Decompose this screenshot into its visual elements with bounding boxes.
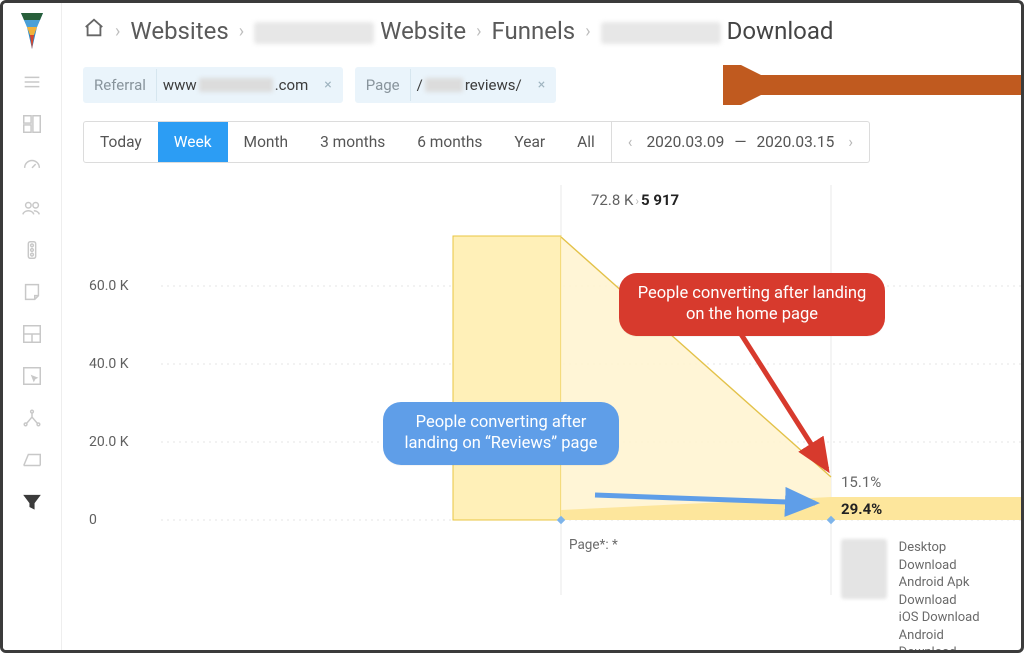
next-range-icon[interactable]: ›	[844, 133, 857, 151]
filter-bar: Referral www.com × Page /reviews/ ×	[83, 67, 999, 103]
download-item: Android Download	[899, 627, 999, 653]
y-tick-40k: 40.0 K	[89, 356, 129, 372]
menu-icon[interactable]	[12, 67, 52, 97]
filter-key: Referral	[84, 69, 156, 101]
funnel-chart-icon[interactable]	[12, 445, 52, 475]
download-item: Android Apk Download	[899, 574, 999, 609]
path-icon[interactable]	[12, 403, 52, 433]
annotation-arrow-orange-icon	[723, 65, 1023, 109]
chevron-right-icon: ›	[585, 21, 590, 42]
date-dash: —	[734, 133, 746, 151]
close-icon[interactable]: ×	[318, 77, 341, 93]
layout-icon[interactable]	[12, 319, 52, 349]
close-icon[interactable]: ×	[532, 77, 555, 93]
annotation-blue: People converting after landing on “Revi…	[383, 402, 619, 465]
download-item: iOS Download	[899, 609, 999, 627]
filter-value: www.com	[156, 69, 318, 101]
filter-value: /reviews/	[410, 69, 532, 101]
conversion-reviews: 29.4%	[841, 500, 882, 518]
app-logo-icon	[17, 9, 47, 53]
date-from[interactable]: 2020.03.09	[646, 133, 724, 151]
date-range: ‹ 2020.03.09 — 2020.03.15 ›	[611, 122, 869, 162]
chevron-right-icon: ›	[476, 21, 481, 42]
filter-chip-referral[interactable]: Referral www.com ×	[83, 67, 343, 103]
breadcrumb: › Websites › Website › Funnels › Downloa…	[83, 17, 999, 45]
time-6months[interactable]: 6 months	[401, 122, 498, 162]
filter-icon[interactable]	[12, 487, 52, 517]
time-3months[interactable]: 3 months	[304, 122, 401, 162]
downloads-list: Desktop Download Android Apk Download iO…	[841, 539, 999, 653]
step-label: Page*: *	[569, 537, 618, 553]
time-month[interactable]: Month	[228, 122, 305, 162]
traffic-light-icon[interactable]	[12, 235, 52, 265]
dashboard-icon[interactable]	[12, 109, 52, 139]
inspect-icon[interactable]	[12, 361, 52, 391]
users-icon[interactable]	[12, 193, 52, 223]
breadcrumb-download: Download	[601, 17, 834, 45]
funnel-header-numbers: 72.8 K›5 917	[591, 191, 679, 209]
gauge-icon[interactable]	[12, 151, 52, 181]
breadcrumb-funnels[interactable]: Funnels	[491, 17, 575, 45]
home-icon[interactable]	[83, 17, 105, 45]
filter-key: Page	[356, 69, 410, 101]
time-week[interactable]: Week	[158, 122, 228, 162]
chevron-right-icon: ›	[115, 21, 120, 42]
prev-range-icon[interactable]: ‹	[624, 133, 637, 151]
breadcrumb-websites[interactable]: Websites	[130, 17, 228, 45]
sidebar	[3, 3, 62, 650]
chevron-right-icon: ›	[239, 21, 244, 42]
time-range-bar: Today Week Month 3 months 6 months Year …	[83, 121, 870, 163]
y-tick-20k: 20.0 K	[89, 434, 129, 450]
y-tick-0: 0	[89, 512, 97, 528]
y-tick-60k: 60.0 K	[89, 278, 129, 294]
breadcrumb-website[interactable]: Website	[254, 17, 466, 45]
time-all[interactable]: All	[561, 122, 611, 162]
download-thumb	[841, 539, 887, 599]
funnel-chart: 0 20.0 K 40.0 K 60.0 K 72.8 K›5 917 15.1…	[83, 185, 999, 595]
time-year[interactable]: Year	[498, 122, 561, 162]
funnel-chart-svg	[83, 185, 1023, 595]
filter-chip-page[interactable]: Page /reviews/ ×	[355, 67, 556, 103]
time-today[interactable]: Today	[84, 122, 158, 162]
date-to[interactable]: 2020.03.15	[756, 133, 834, 151]
download-item: Desktop Download	[899, 539, 999, 574]
note-icon[interactable]	[12, 277, 52, 307]
